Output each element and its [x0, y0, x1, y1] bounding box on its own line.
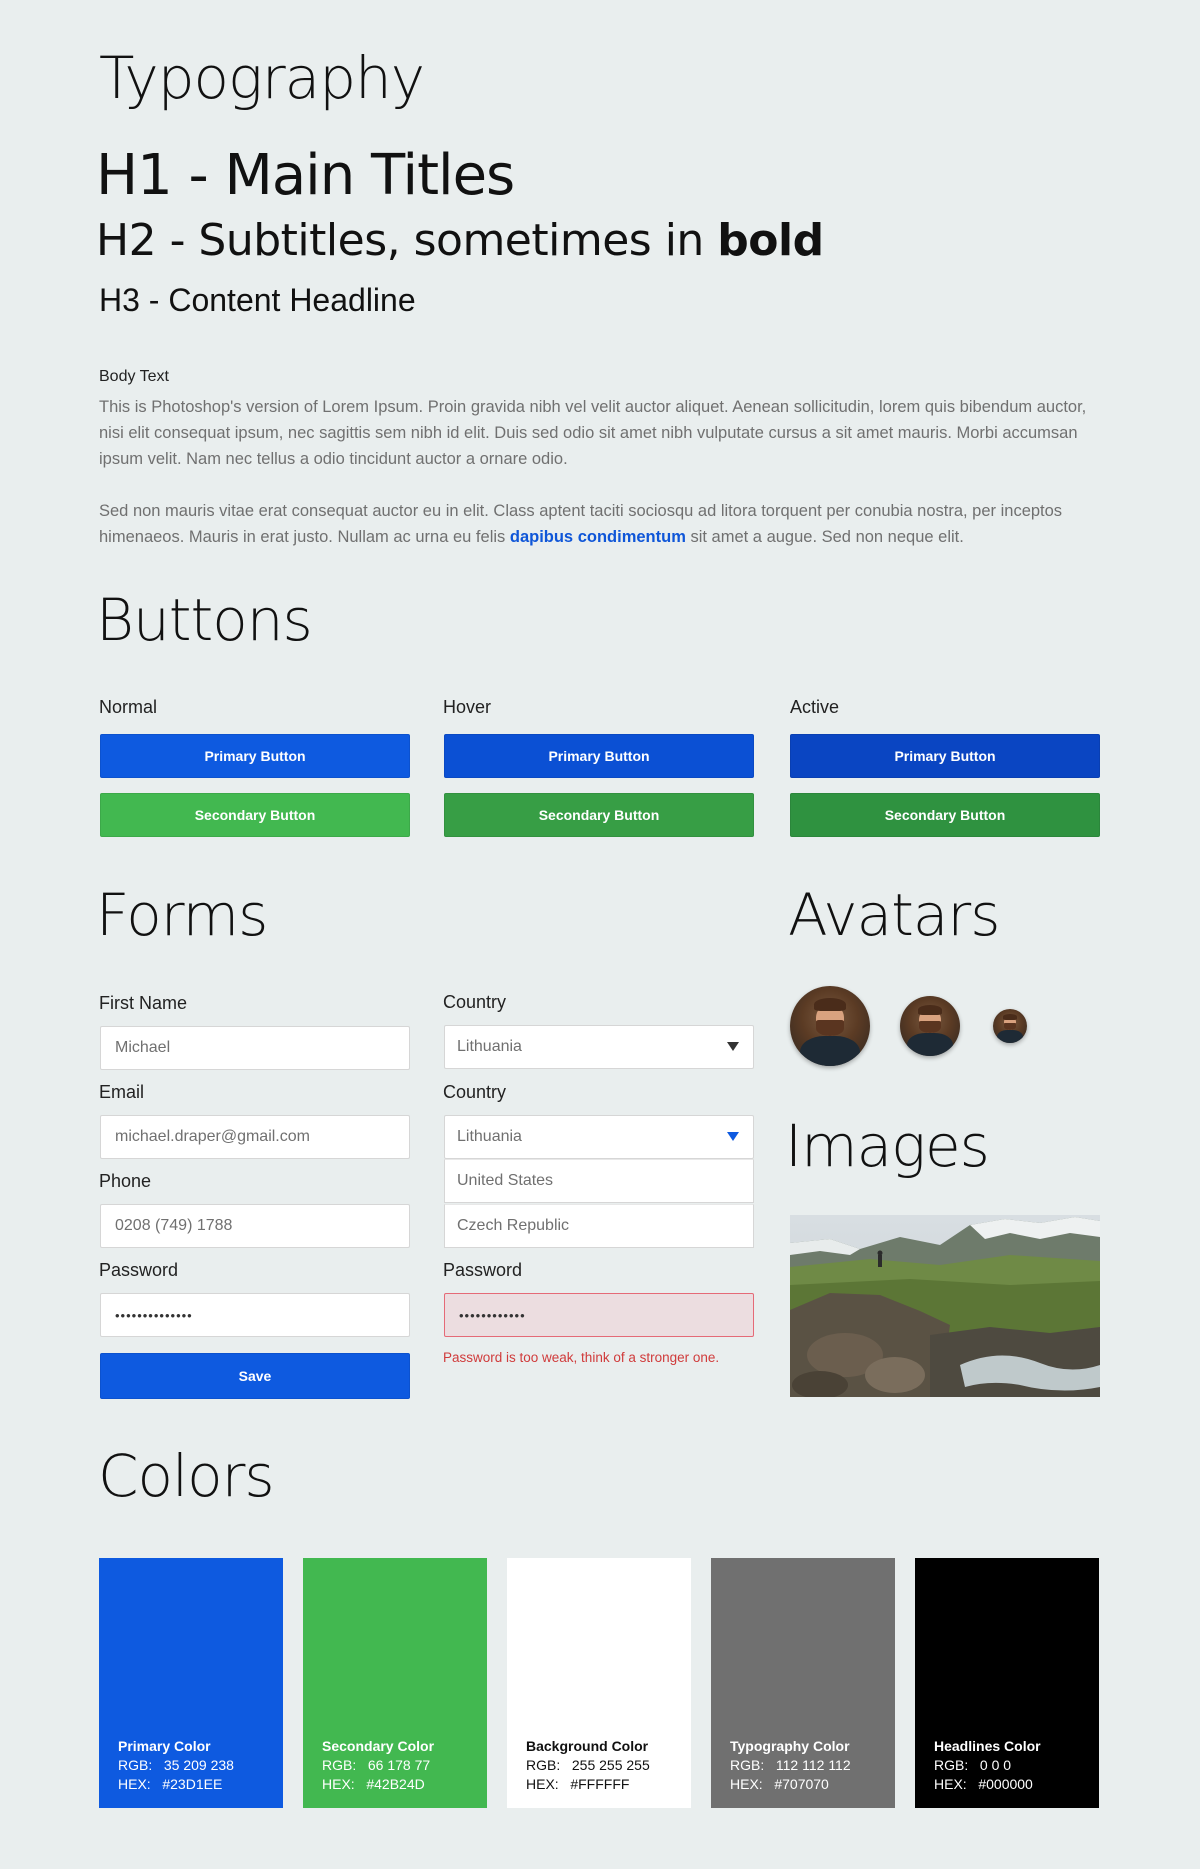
first-name-label: First Name	[99, 993, 188, 1013]
typography-title: Typography	[99, 44, 425, 112]
avatar-medium	[900, 996, 960, 1056]
paragraph-text-end: sit amet a augue. Sed non neque elit.	[685, 528, 964, 546]
body-paragraph-1: This is Photoshop's version of Lorem Ips…	[99, 398, 1087, 468]
colors-title: Colors	[98, 1442, 275, 1510]
landscape-image-svg	[790, 1215, 1100, 1397]
swatch-primary: Primary Color RGB: 35 209 238 HEX: #23D1…	[99, 1558, 283, 1808]
primary-button-active[interactable]: Primary Button	[790, 734, 1100, 778]
h2-sample: H2 - Subtitles, sometimes in bold	[96, 215, 824, 266]
country2-label: Country	[443, 1082, 507, 1102]
swatch-background: Background Color RGB: 255 255 255 HEX: #…	[507, 1558, 691, 1808]
avatars-title: Avatars	[788, 881, 1000, 949]
email-field[interactable]: michael.draper@gmail.com	[100, 1115, 410, 1159]
dropdown-option-czech-republic[interactable]: Czech Republic	[444, 1204, 754, 1248]
phone-label: Phone	[99, 1171, 152, 1191]
primary-button-hover[interactable]: Primary Button	[444, 734, 754, 778]
avatar-small	[993, 1009, 1027, 1043]
inline-link[interactable]: dapibus condimentum	[510, 528, 686, 546]
secondary-button-active[interactable]: Secondary Button	[790, 793, 1100, 837]
swatch-hex: HEX: #707070	[730, 1776, 829, 1792]
chevron-down-icon	[727, 1132, 739, 1141]
password-value: ••••••••••••••	[115, 1307, 193, 1323]
h3-sample: H3 - Content Headline	[99, 282, 416, 318]
primary-button-normal[interactable]: Primary Button	[100, 734, 410, 778]
phone-value: 0208 (749) 1788	[115, 1217, 233, 1234]
save-button[interactable]: Save	[100, 1353, 410, 1399]
password-field-error[interactable]: ••••••••••••	[444, 1293, 754, 1337]
secondary-button-normal[interactable]: Secondary Button	[100, 793, 410, 837]
swatch-rgb: RGB: 255 255 255	[526, 1757, 650, 1773]
images-title: Images	[785, 1112, 990, 1180]
first-name-field[interactable]: Michael	[100, 1026, 410, 1070]
swatch-hex: HEX: #000000	[934, 1776, 1033, 1792]
secondary-button-hover[interactable]: Secondary Button	[444, 793, 754, 837]
swatch-name: Headlines Color	[934, 1738, 1041, 1754]
body-text-label: Body Text	[99, 368, 169, 385]
chevron-down-icon	[727, 1042, 739, 1051]
landscape-image	[790, 1215, 1100, 1397]
swatch-name: Background Color	[526, 1738, 649, 1754]
h2-bold-text: bold	[717, 215, 824, 266]
swatch-secondary: Secondary Color RGB: 66 178 77 HEX: #42B…	[303, 1558, 487, 1808]
country-select-open-value: Lithuania	[457, 1128, 522, 1145]
swatch-name: Typography Color	[730, 1738, 850, 1754]
email-value: michael.draper@gmail.com	[115, 1128, 310, 1145]
body-paragraph-2: Sed non mauris vitae erat consequat auct…	[99, 498, 1099, 550]
country-select-open[interactable]: Lithuania	[444, 1115, 754, 1159]
swatch-rgb: RGB: 112 112 112	[730, 1757, 851, 1773]
country-label: Country	[443, 992, 507, 1012]
password-label: Password	[99, 1260, 179, 1280]
swatch-hex: HEX: #23D1EE	[118, 1776, 223, 1792]
h1-sample: H1 - Main Titles	[96, 143, 515, 208]
swatch-rgb: RGB: 66 178 77	[322, 1757, 431, 1773]
swatch-rgb: RGB: 0 0 0	[934, 1757, 1012, 1773]
password2-label: Password	[443, 1260, 523, 1280]
swatch-typography: Typography Color RGB: 112 112 112 HEX: #…	[711, 1558, 895, 1808]
swatch-name: Secondary Color	[322, 1738, 435, 1754]
password-error-value: ••••••••••••	[459, 1307, 526, 1323]
swatch-name: Primary Color	[118, 1738, 211, 1754]
buttons-title: Buttons	[96, 586, 313, 654]
country-select[interactable]: Lithuania	[444, 1025, 754, 1069]
state-label-active: Active	[790, 697, 840, 717]
password-error-message: Password is too weak, think of a stronge…	[443, 1350, 720, 1365]
country-select-value: Lithuania	[457, 1038, 522, 1055]
swatch-hex: HEX: #FFFFFF	[526, 1776, 630, 1792]
swatch-hex: HEX: #42B24D	[322, 1776, 425, 1792]
state-label-hover: Hover	[443, 697, 492, 717]
dropdown-option-united-states[interactable]: United States	[444, 1159, 754, 1203]
h2-sample-text: H2 - Subtitles, sometimes in	[96, 215, 718, 266]
phone-field[interactable]: 0208 (749) 1788	[100, 1204, 410, 1248]
avatar-large	[790, 986, 870, 1066]
email-label: Email	[99, 1082, 145, 1102]
first-name-value: Michael	[115, 1039, 171, 1056]
swatch-headlines: Headlines Color RGB: 0 0 0 HEX: #000000	[915, 1558, 1099, 1808]
forms-title: Forms	[96, 881, 268, 949]
state-label-normal: Normal	[99, 697, 158, 717]
swatch-rgb: RGB: 35 209 238	[118, 1757, 234, 1773]
password-field[interactable]: ••••••••••••••	[100, 1293, 410, 1337]
